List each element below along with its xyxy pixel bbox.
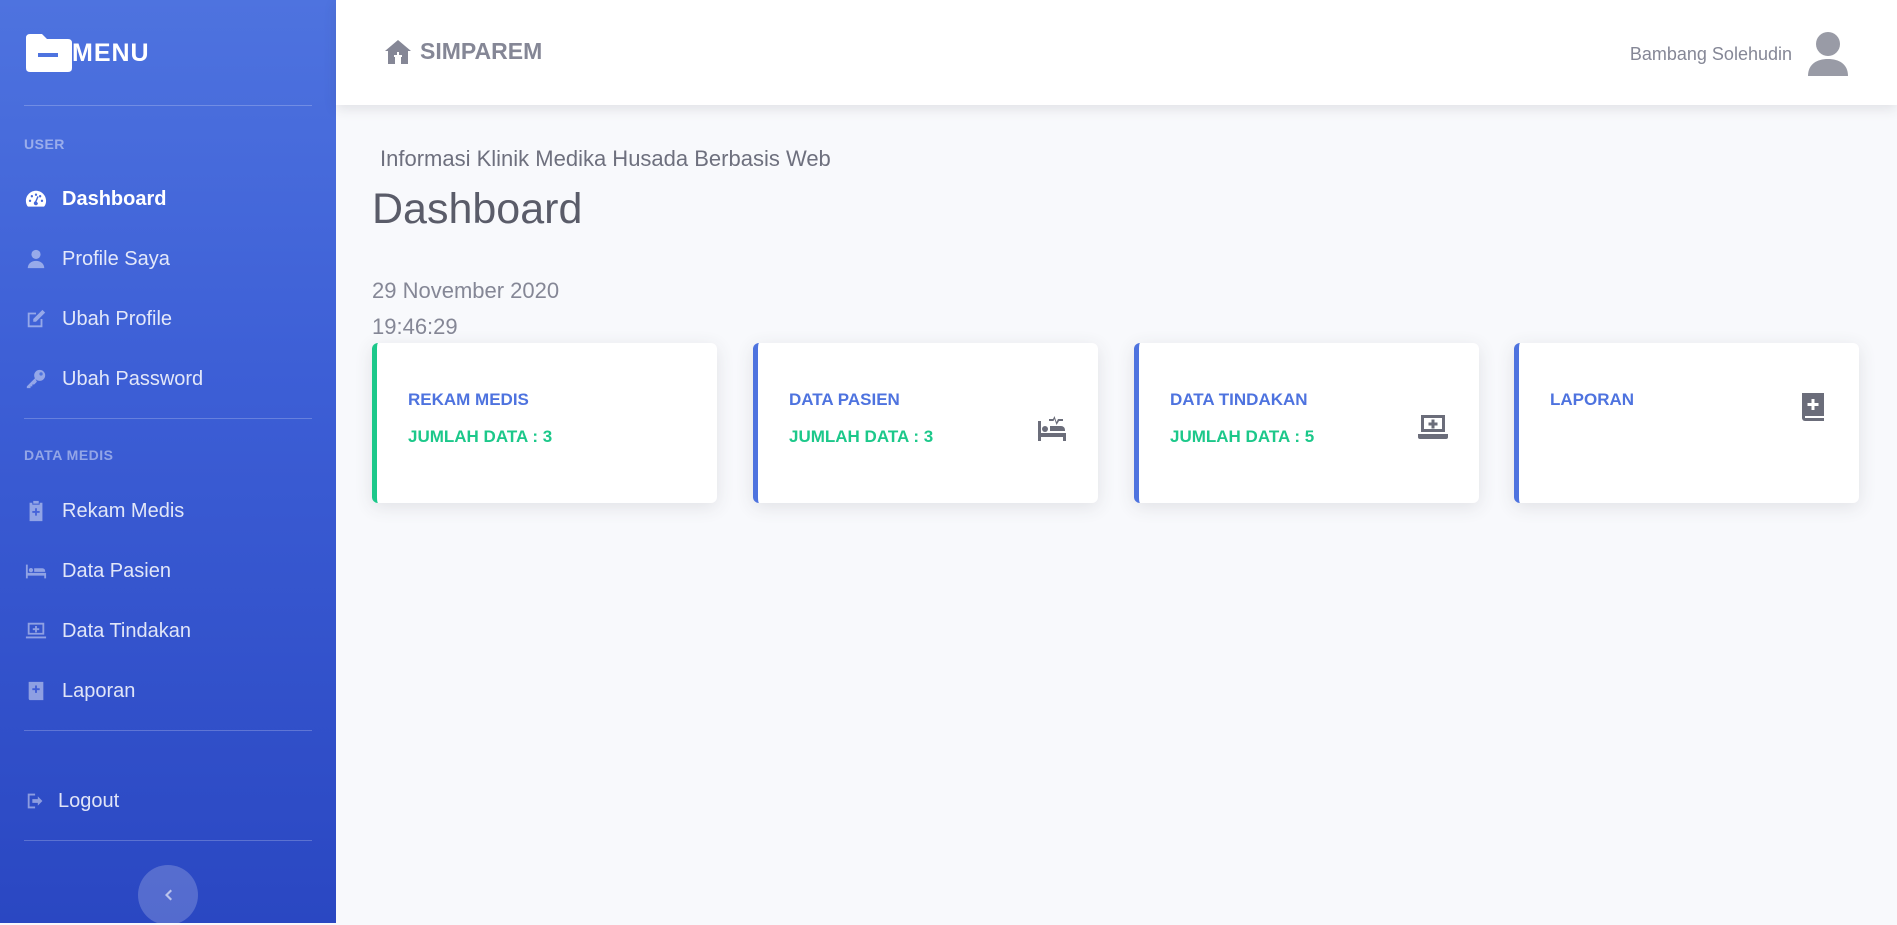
avatar xyxy=(1808,32,1848,76)
sidebar-item-dashboard[interactable]: Dashboard xyxy=(24,179,166,219)
card-title: DATA PASIEN xyxy=(789,390,900,409)
sidebar-brand[interactable]: MENU xyxy=(24,33,150,73)
card-count: JUMLAH DATA : 3 xyxy=(789,427,934,446)
sidebar-item-label: Laporan xyxy=(62,679,136,702)
folder-minus-icon xyxy=(26,34,72,72)
card-title: LAPORAN xyxy=(1550,390,1635,409)
sidebar-heading-user: USER xyxy=(24,136,65,152)
app-title-text: SIMPAREM xyxy=(420,38,543,64)
edit-icon xyxy=(24,307,48,331)
home-icon xyxy=(385,39,411,64)
procedures-icon xyxy=(1036,411,1068,443)
card-rekam-medis[interactable]: REKAM MEDIS JUMLAH DATA : 3 xyxy=(372,343,717,503)
topbar: SIMPAREM Bambang Solehudin xyxy=(336,0,1897,105)
chevron-left-icon xyxy=(165,889,172,901)
bed-icon xyxy=(24,559,48,583)
app-title[interactable]: SIMPAREM xyxy=(384,38,542,65)
sidebar-item-label: Logout xyxy=(58,789,120,812)
sidebar-item-logout[interactable]: Logout xyxy=(24,781,119,821)
card-count: JUMLAH DATA : 5 xyxy=(1170,427,1315,446)
sign-out-icon xyxy=(24,789,48,813)
key-icon xyxy=(24,367,48,391)
current-time: 19:46:29 xyxy=(372,314,458,339)
sidebar-item-label: Rekam Medis xyxy=(62,499,185,522)
sidebar-item-label: Data Tindakan xyxy=(62,619,191,642)
sidebar-divider xyxy=(24,840,312,841)
laptop-medical-icon xyxy=(24,619,48,643)
clipboard-medical-icon xyxy=(24,499,48,523)
user-avatar-icon xyxy=(1808,32,1848,76)
card-data-pasien[interactable]: DATA PASIEN JUMLAH DATA : 3 xyxy=(753,343,1098,503)
current-date: 29 November 2020 xyxy=(372,278,560,303)
sidebar-item-label: Ubah Profile xyxy=(62,307,173,330)
book-medical-icon xyxy=(1797,391,1829,423)
brand-text: MENU xyxy=(72,38,150,67)
sidebar-item-laporan[interactable]: Laporan xyxy=(24,671,135,711)
user-icon xyxy=(24,247,48,271)
page-subtitle: Informasi Klinik Medika Husada Berbasis … xyxy=(380,146,831,171)
sidebar-divider xyxy=(24,105,312,106)
sidebar-item-label: Profile Saya xyxy=(62,247,170,270)
sidebar-item-profile-saya[interactable]: Profile Saya xyxy=(24,239,170,279)
sidebar-item-label: Dashboard xyxy=(62,187,167,210)
card-count: JUMLAH DATA : 3 xyxy=(408,427,553,446)
card-title: REKAM MEDIS xyxy=(408,390,529,409)
sidebar-divider xyxy=(24,418,312,419)
book-medical-icon xyxy=(24,679,48,703)
sidebar-toggle-button[interactable] xyxy=(138,865,198,925)
user-menu[interactable]: Bambang Solehudin xyxy=(1630,32,1848,76)
sidebar-divider xyxy=(24,730,312,731)
card-data-tindakan[interactable]: DATA TINDAKAN JUMLAH DATA : 5 xyxy=(1134,343,1479,503)
user-name: Bambang Solehudin xyxy=(1629,43,1792,64)
tachometer-icon xyxy=(24,187,48,211)
sidebar-item-ubah-password[interactable]: Ubah Password xyxy=(24,359,203,399)
card-laporan[interactable]: LAPORAN xyxy=(1514,343,1859,503)
sidebar-item-ubah-profile[interactable]: Ubah Profile xyxy=(24,299,172,339)
laptop-medical-icon xyxy=(1417,411,1449,443)
sidebar-item-data-pasien[interactable]: Data Pasien xyxy=(24,551,171,591)
page-title: Dashboard xyxy=(372,185,583,233)
sidebar-item-rekam-medis[interactable]: Rekam Medis xyxy=(24,491,184,531)
sidebar: MENU USER Dashboard Profile Saya Ubah Pr… xyxy=(0,0,336,925)
sidebar-heading-data-medis: DATA MEDIS xyxy=(24,447,114,463)
sidebar-item-label: Ubah Password xyxy=(62,367,204,390)
card-title: DATA TINDAKAN xyxy=(1170,390,1308,409)
sidebar-item-label: Data Pasien xyxy=(62,559,171,582)
sidebar-item-data-tindakan[interactable]: Data Tindakan xyxy=(24,611,191,651)
